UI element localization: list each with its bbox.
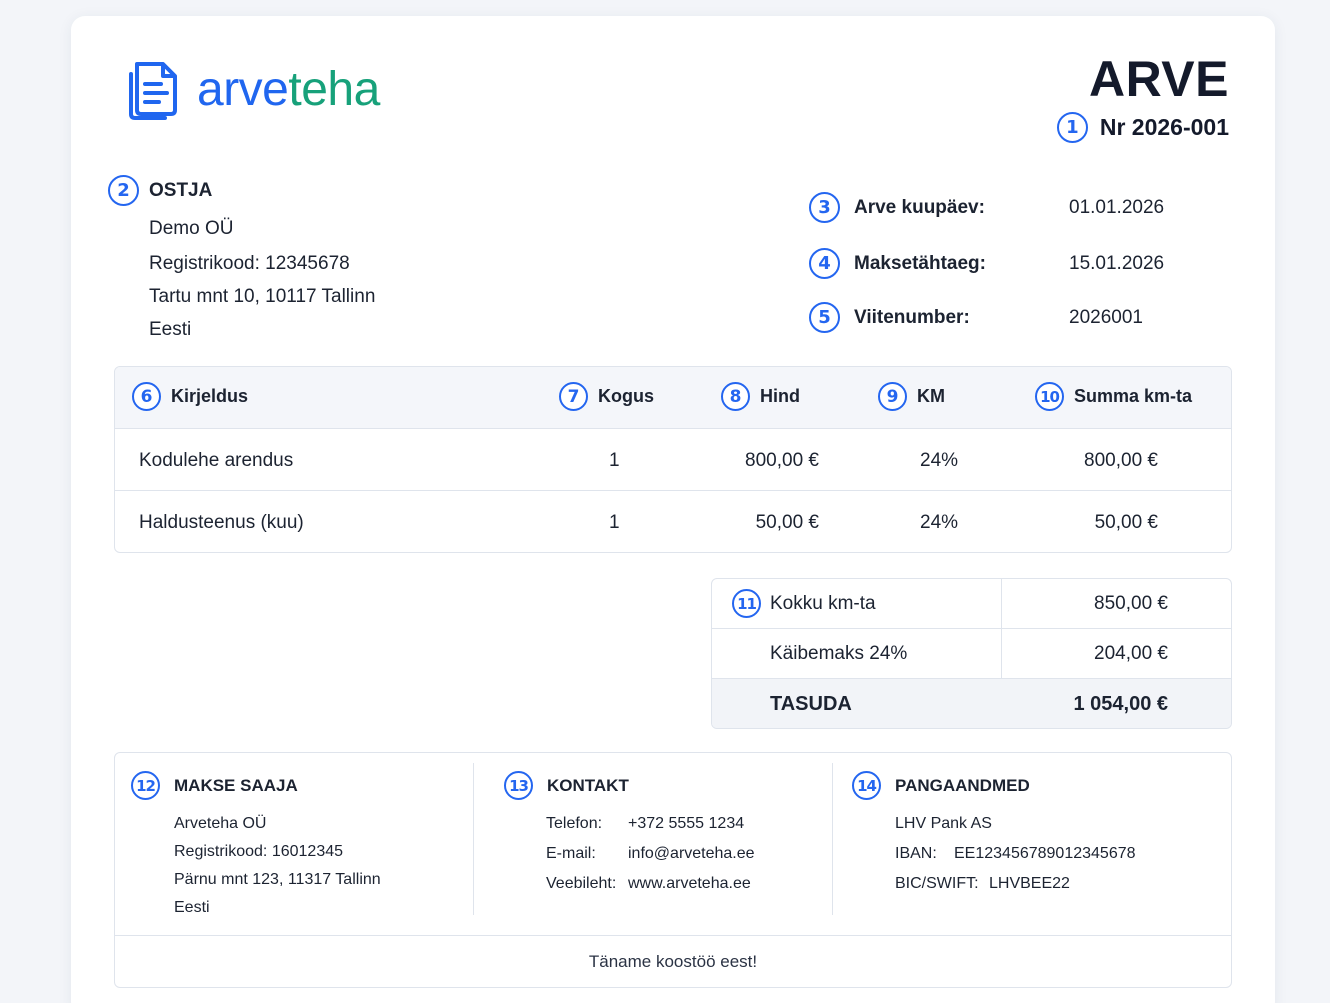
payee-address: Pärnu mnt 123, 11317 Tallinn	[174, 871, 381, 888]
number-badge: 12	[131, 771, 160, 800]
col-description: 6 Kirjeldus	[132, 382, 248, 411]
col-sum: 10 Summa km-ta	[1035, 382, 1192, 411]
contact-heading: 13 KONTAKT	[504, 771, 629, 800]
number-badge: 10	[1035, 382, 1064, 411]
cell-sum: 800,00 €	[1084, 450, 1158, 471]
cell-vat: 24%	[920, 512, 959, 533]
table-row: Kodulehe arendus 1 800,00 € 24% 800,00 €	[115, 429, 1231, 491]
thanks-row: Täname koostöö eest!	[115, 935, 1231, 988]
meta-value: 01.01.2026	[1069, 196, 1165, 218]
cell-vat: 24%	[920, 450, 959, 471]
number-badge: 9	[878, 382, 907, 411]
payee-country: Eesti	[174, 899, 210, 916]
meta-label: Maksetähtaeg:	[854, 252, 986, 274]
cell-price: 800,00 €	[745, 450, 819, 471]
cell-description: Haldusteenus (kuu)	[139, 512, 304, 533]
payee-regcode: Registrikood: 16012345	[174, 843, 344, 860]
buyer-country: Eesti	[149, 319, 192, 340]
number-badge: 14	[852, 771, 881, 800]
totals-value: 850,00 €	[1094, 593, 1168, 614]
totals-row-due: TASUDA 1 054,00 €	[712, 679, 1231, 728]
col-label: Summa km-ta	[1074, 386, 1193, 406]
cell-description: Kodulehe arendus	[139, 450, 294, 471]
totals-row-vat: Käibemaks 24% 204,00 €	[712, 629, 1231, 679]
bank-bic: LHVBEE22	[989, 875, 1070, 892]
totals-row-net: 11 Kokku km-ta 850,00 €	[712, 579, 1231, 629]
number-badge: 7	[559, 382, 588, 411]
number-badge: 2	[108, 175, 139, 206]
brand-name-part1: arve	[197, 62, 289, 116]
items-table: 6 Kirjeldus 7 Kogus 8 Hind 9 KM 10 Summa…	[114, 366, 1232, 553]
payee-name: Arveteha OÜ	[174, 815, 267, 832]
col-label: Kogus	[598, 386, 654, 406]
items-table-header: 6 Kirjeldus 7 Kogus 8 Hind 9 KM 10 Summa…	[115, 367, 1231, 429]
totals-label: TASUDA	[770, 693, 852, 715]
buyer-name: Demo OÜ	[149, 218, 234, 239]
number-badge: 4	[809, 248, 840, 279]
footer-divider	[832, 763, 833, 915]
number-badge: 5	[809, 302, 840, 333]
meta-value: 2026001	[1069, 306, 1143, 328]
meta-value: 15.01.2026	[1069, 252, 1165, 274]
contact-email-link[interactable]: info@arveteha.ee	[628, 845, 755, 863]
invoice-title: ARVE	[1088, 51, 1229, 107]
thanks-text: Täname koostöö eest!	[588, 952, 758, 971]
meta-label: Arve kuupäev:	[854, 196, 985, 218]
document-icon	[129, 62, 177, 120]
buyer-regcode: Registrikood: 12345678	[149, 253, 350, 274]
meta-due-date: 4 Maksetähtaeg: 15.01.2026	[809, 248, 1164, 279]
meta-label: Viitenumber:	[854, 306, 970, 328]
meta-reference: 5 Viitenumber: 2026001	[809, 302, 1143, 333]
buyer-heading-text: OSTJA	[149, 179, 213, 201]
bank-label: BIC/SWIFT:	[895, 875, 979, 892]
buyer-address: Tartu mnt 10, 10117 Tallinn	[149, 286, 376, 307]
cell-price: 50,00 €	[755, 512, 819, 533]
contact-website-link[interactable]: www.arveteha.ee	[628, 875, 751, 893]
col-vat: 9 KM	[878, 382, 945, 411]
number-badge: 1	[1056, 112, 1088, 143]
bank-iban: EE123456789012345678	[954, 845, 1136, 862]
brand-name: arveteha	[197, 62, 380, 117]
payee-heading-text: MAKSE SAAJA	[174, 775, 298, 795]
bank-heading-text: PANGAANDMED	[895, 775, 1030, 795]
table-row: Haldusteenus (kuu) 1 50,00 € 24% 50,00 €	[115, 491, 1231, 552]
footer-divider	[473, 763, 474, 915]
invoice-number: 1 Nr 2026-001	[1056, 112, 1229, 143]
brand-name-part2: teha	[288, 62, 380, 116]
totals-label: Kokku km-ta	[770, 593, 876, 614]
buyer-heading: 2 OSTJA	[108, 175, 212, 206]
footer-box: 12 MAKSE SAAJA Arveteha OÜ Registrikood:…	[114, 752, 1232, 988]
contact-label: E-mail:	[546, 845, 596, 862]
number-badge: 6	[132, 382, 161, 411]
totals-value: 1 054,00 €	[1073, 693, 1168, 715]
invoice-number-text: Nr 2026-001	[1099, 114, 1229, 140]
invoice-card: arveteha ARVE 1 Nr 2026-001 2 OSTJA Demo…	[71, 16, 1275, 1003]
col-price: 8 Hind	[721, 382, 800, 411]
brand-logo: arveteha	[123, 58, 380, 120]
cell-quantity: 1	[609, 450, 620, 471]
cell-quantity: 1	[609, 512, 620, 533]
bank-label: IBAN:	[895, 845, 937, 862]
totals-value: 204,00 €	[1094, 643, 1168, 664]
totals-label: Käibemaks 24%	[770, 643, 908, 664]
contact-phone[interactable]: +372 5555 1234	[628, 815, 744, 833]
col-quantity: 7 Kogus	[559, 382, 654, 411]
bank-name: LHV Pank AS	[895, 815, 992, 832]
totals-box: 11 Kokku km-ta 850,00 € Käibemaks 24% 20…	[711, 578, 1232, 729]
col-label: Kirjeldus	[171, 386, 249, 406]
meta-invoice-date: 3 Arve kuupäev: 01.01.2026	[809, 192, 1164, 223]
cell-sum: 50,00 €	[1094, 512, 1158, 533]
payee-heading: 12 MAKSE SAAJA	[131, 771, 298, 800]
contact-heading-text: KONTAKT	[547, 775, 629, 795]
contact-label: Telefon:	[546, 815, 603, 832]
number-badge: 3	[809, 192, 840, 223]
number-badge: 13	[504, 771, 533, 800]
bank-heading: 14 PANGAANDMED	[852, 771, 1030, 800]
contact-label: Veebileht:	[546, 875, 617, 892]
col-label: KM	[917, 386, 945, 406]
number-badge: 11	[732, 589, 761, 618]
col-label: Hind	[760, 386, 800, 406]
number-badge: 8	[721, 382, 750, 411]
